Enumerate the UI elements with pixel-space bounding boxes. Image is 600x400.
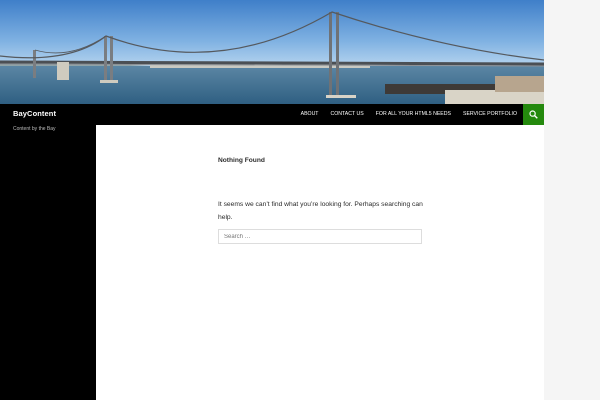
site-title[interactable]: BayContent [13,109,56,118]
search-toggle-button[interactable] [523,104,544,125]
top-navigation-bar: BayContent ABOUT CONTACT US FOR ALL YOUR… [0,104,544,125]
search-icon [529,110,538,119]
menu-item-about[interactable]: ABOUT [295,104,325,125]
header-banner-image[interactable] [0,0,544,104]
menu-item-html5-needs[interactable]: FOR ALL YOUR HTML5 NEEDS [370,104,457,125]
menu-item-contact-us[interactable]: CONTACT US [324,104,369,125]
not-found-message: It seems we can’t find what you’re looki… [218,201,423,221]
menu-item-service-portfolio[interactable]: SERVICE PORTFOLIO [457,104,523,125]
sidebar: Content by the Bay [0,125,96,400]
primary-menu: ABOUT CONTACT US FOR ALL YOUR HTML5 NEED… [295,104,523,125]
page-title: Nothing Found [218,157,265,164]
search-input[interactable] [218,229,422,244]
site-tagline: Content by the Bay [13,126,56,132]
page: BayContent ABOUT CONTACT US FOR ALL YOUR… [0,0,544,400]
